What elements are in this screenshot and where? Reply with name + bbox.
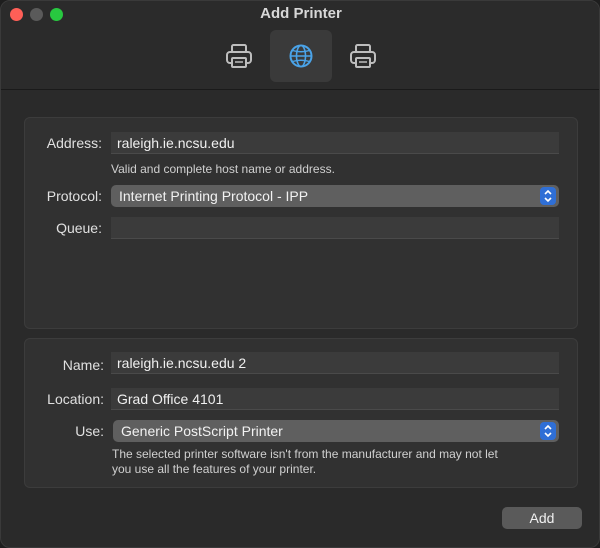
titlebar: Add Printer — [1, 1, 599, 90]
toolbar-windows-button[interactable] — [332, 30, 394, 82]
protocol-value: Internet Printing Protocol - IPP — [119, 188, 309, 204]
location-field[interactable] — [111, 388, 559, 410]
window-title: Add Printer — [260, 5, 342, 22]
add-printer-window: Add Printer Address: raleigh.ie.ncsu.edu… — [0, 0, 600, 548]
chevron-updown-icon — [540, 187, 556, 205]
use-hint-line-2: you use all the features of your printer… — [112, 462, 317, 476]
printer-icon — [350, 44, 376, 68]
chevron-updown-icon — [540, 422, 556, 440]
toolbar-default-button[interactable] — [208, 30, 270, 82]
protocol-select[interactable]: Internet Printing Protocol - IPP — [111, 185, 559, 207]
add-button[interactable]: Add — [502, 507, 582, 529]
use-label: Use: — [75, 423, 104, 439]
use-hint: The selected printer software isn't from… — [112, 447, 498, 477]
use-hint-line-1: The selected printer software isn't from… — [112, 447, 498, 461]
address-field[interactable] — [111, 132, 559, 154]
name-label: Name: — [62, 357, 104, 373]
toolbar-ip-button[interactable] — [270, 30, 332, 82]
queue-field[interactable] — [111, 217, 559, 239]
name-field[interactable] — [111, 352, 559, 374]
protocol-label: Protocol: — [46, 188, 102, 204]
use-select[interactable]: Generic PostScript Printer — [113, 420, 559, 442]
use-value: Generic PostScript Printer — [121, 423, 283, 439]
printer-icon — [226, 44, 252, 68]
globe-icon — [289, 44, 313, 68]
queue-label: Queue: — [56, 220, 102, 236]
address-label: Address: — [46, 135, 102, 151]
address-hint: Valid and complete host name or address. — [111, 162, 335, 176]
location-label: Location: — [47, 391, 104, 407]
